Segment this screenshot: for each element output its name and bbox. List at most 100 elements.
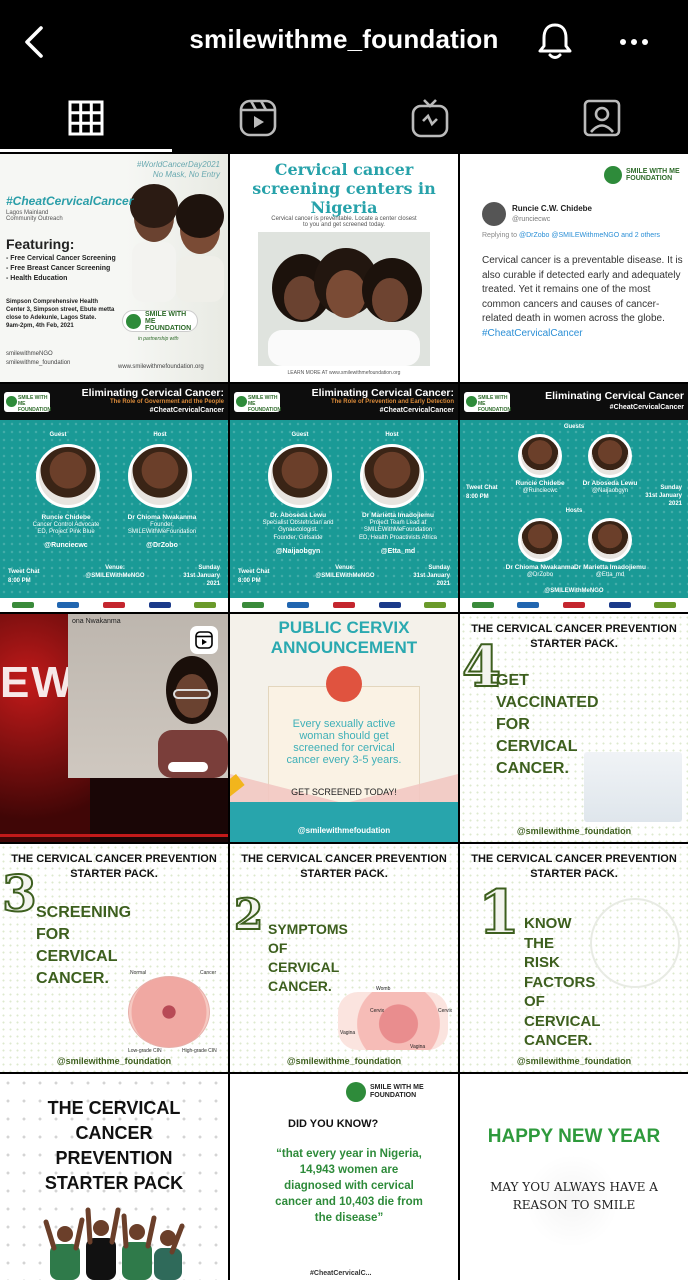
reply-prefix: Replying to <box>482 232 518 239</box>
more-options-button[interactable] <box>612 20 656 64</box>
post-tile[interactable]: #WorldCancerDay2021 No Mask, No Entry #C… <box>0 154 228 382</box>
call-controls <box>168 762 208 772</box>
post-grid: #WorldCancerDay2021 No Mask, No Entry #C… <box>0 152 688 1280</box>
guest-1-info: Runcie Chidebe @Runciecwc <box>504 480 576 495</box>
tab-grid[interactable] <box>0 84 172 152</box>
webinar-subtitle: The Role of Prevention and Early Detecti… <box>330 399 454 405</box>
post-handle: @smilewithmefoudation <box>297 826 391 835</box>
venue-handle: @SMILEWithMeNGO <box>85 573 145 579</box>
host-desc: Founder, SMILEWithMeFoundation <box>127 521 197 536</box>
webinar-title: Eliminating Cervical Cancer: <box>311 387 454 399</box>
foundation-logo: SMILE WITH ME FOUNDATION <box>122 310 198 332</box>
post-tile[interactable]: Cervical cancer screening centers in Nig… <box>230 154 458 382</box>
post-title: THE CERVICAL CANCER PREVENTION STARTER P… <box>44 1098 184 1193</box>
tab-reels[interactable] <box>172 84 344 152</box>
post-tile[interactable]: SMILE WITH ME FOUNDATION Runcie C.W. Chi… <box>460 154 688 382</box>
host-photo <box>128 444 192 508</box>
reply-targets: @DrZobo @SMILEWithmeNGO and 2 others <box>518 232 661 239</box>
hosts-label: Hosts <box>565 508 583 514</box>
post-tile[interactable]: PUBLIC CERVIX ANNOUNCEMENT Every sexuall… <box>230 614 458 842</box>
diagram-label: Cervix <box>438 1008 453 1014</box>
tweet-hashtag: #CheatCervicalCancer <box>482 327 583 339</box>
guest-photo <box>36 444 100 508</box>
host-name: Dr Chioma Nwakanma <box>505 564 575 571</box>
guests-label: Guests <box>563 424 585 430</box>
host-info: Dr Marietta Imadojiemu Project Team Lead … <box>342 512 454 542</box>
webinar-subtitle: The Role of Government and the People <box>109 399 224 405</box>
step-number: 3 <box>1 863 38 924</box>
webinar-hashtag: #CheatCervicalCancer <box>379 407 454 414</box>
post-title: HAPPY NEW YEAR <box>487 1126 661 1147</box>
event-time: 8:00 PM <box>238 578 261 584</box>
post-tile[interactable]: THE CERVICAL CANCER PREVENTION STARTER P… <box>230 844 458 1072</box>
host-photo <box>360 444 424 508</box>
post-tile[interactable]: THE CERVICAL CANCER PREVENTION STARTER P… <box>0 844 228 1072</box>
event-time: 8:00 PM <box>8 578 31 584</box>
venue-label: Venue: <box>105 565 125 571</box>
video-post-tile[interactable]: EWS ona Nwakanma <box>0 614 228 842</box>
diagram-label: Womb <box>376 986 391 992</box>
reply-line: Replying to @DrZobo @SMILEWithmeNGO and … <box>482 232 682 239</box>
vaccine-vials-photo <box>584 752 682 822</box>
tab-igtv[interactable] <box>344 84 516 152</box>
host-desc: Project Team Lead at SMILEWithMeFoundati… <box>358 519 438 541</box>
post-tile[interactable]: THE CERVICAL CANCER PREVENTION STARTER P… <box>0 1074 228 1280</box>
profile-tabs <box>0 84 688 152</box>
tweet-chat-info: Tweet Chat 8:00 PM <box>8 568 40 586</box>
campaign-hashtag: #CheatCervicalCancer <box>6 194 134 208</box>
post-tile[interactable]: SMILE WITH ME FOUNDATION DID YOU KNOW? “… <box>230 1074 458 1280</box>
step-text: KNOW THE RISK FACTORS OF CERVICAL CANCER… <box>524 915 601 1049</box>
learn-more-text: LEARN MORE AT www.smilewithmefoundation.… <box>287 370 401 376</box>
post-tile[interactable]: SMILE WITH ME FOUNDATION Eliminating Cer… <box>460 384 688 612</box>
post-tile[interactable]: THE CERVICAL CANCER PREVENTION STARTER P… <box>460 844 688 1072</box>
post-title: DID YOU KNOW? <box>288 1118 379 1130</box>
event-date: Sunday 31st January 2021 <box>183 565 220 587</box>
red-circle <box>326 666 362 702</box>
step-text: SCREENING FOR CERVICAL CANCER. <box>36 904 132 987</box>
guest-name: Dr. Aboseda Lewu <box>269 512 327 519</box>
event-details: Tweet Chat 8:00 PM Venue: @SMILEWithMeNGO … <box>0 560 228 598</box>
event-details: Tweet Chat 8:00 PM Venue: @SMILEWithMeNGO … <box>230 560 458 598</box>
post-tile[interactable]: THE CERVICAL CANCER PREVENTION STARTER P… <box>460 614 688 842</box>
tweet-chat-label: Tweet Chat <box>466 485 498 491</box>
tweet-author: Runcie C.W. Chidebe <box>512 204 593 213</box>
host-info: Dr Chioma Nwakanma Founder, SMILEWithMeFo… <box>110 514 214 537</box>
post-tile[interactable]: HAPPY NEW YEAR MAY YOU ALWAYS HAVE A REA… <box>460 1074 688 1280</box>
tweet-chat-info: Tweet Chat 8:00 PM <box>238 568 270 586</box>
guest-photo <box>518 434 562 478</box>
igtv-icon <box>411 99 449 138</box>
host-label: Host <box>153 432 167 438</box>
more-horizontal-icon <box>620 39 648 45</box>
venue-info: Venue: @SMILEWithMeNGO <box>290 564 400 580</box>
website-url: www.smilewithmefoundation.org <box>118 364 204 370</box>
tweet-chat-label: Tweet Chat <box>238 569 270 575</box>
host-handle: @Etta_md <box>595 571 625 578</box>
host-label: Host <box>385 432 399 438</box>
guest-photo <box>588 434 632 478</box>
guest-handle: @Naijaobgyn <box>275 548 321 555</box>
host-photo <box>588 518 632 562</box>
guest-2-info: Dr Aboseda Lewu @Naijaobgyn <box>574 480 646 495</box>
post-tile[interactable]: SMILE WITH ME FOUNDATION Eliminating Cer… <box>0 384 228 612</box>
guest-label: Guest <box>291 432 309 438</box>
post-tile[interactable]: SMILE WITH ME FOUNDATION Eliminating Cer… <box>230 384 458 612</box>
anatomy-illustration <box>338 992 448 1050</box>
speaker-photo <box>158 656 228 778</box>
guest-info: Dr. Aboseda Lewu Specialist Obstetrician … <box>244 512 352 542</box>
host-handle: @DrZobo <box>146 542 178 549</box>
sponsor-strip <box>0 598 228 612</box>
webinar-hashtag: #CheatCervicalCancer <box>609 404 684 411</box>
event-date: Sunday 31st January 2021 <box>645 485 682 507</box>
event-date: Sunday 31st January 2021 <box>413 565 450 587</box>
notifications-button[interactable] <box>532 18 578 64</box>
tab-tagged[interactable] <box>516 84 688 152</box>
guest-name: Runcie Chidebe <box>41 514 91 521</box>
step-number: 1 <box>477 877 521 949</box>
guest-desc: Cancer Control Advocate ED, Project Pink… <box>32 521 100 536</box>
post-handle: @smilewithme_foundation <box>56 1056 172 1066</box>
participant-name: ona Nwakanma <box>72 618 121 625</box>
post-subtitle: Cervical cancer is preventable. Locate a… <box>271 216 417 228</box>
host-name: Dr Chioma Nwakanma <box>127 514 197 521</box>
profile-header: smilewithme_foundation <box>0 0 688 84</box>
tweet-text: Cervical cancer is a preventable disease… <box>482 255 683 324</box>
